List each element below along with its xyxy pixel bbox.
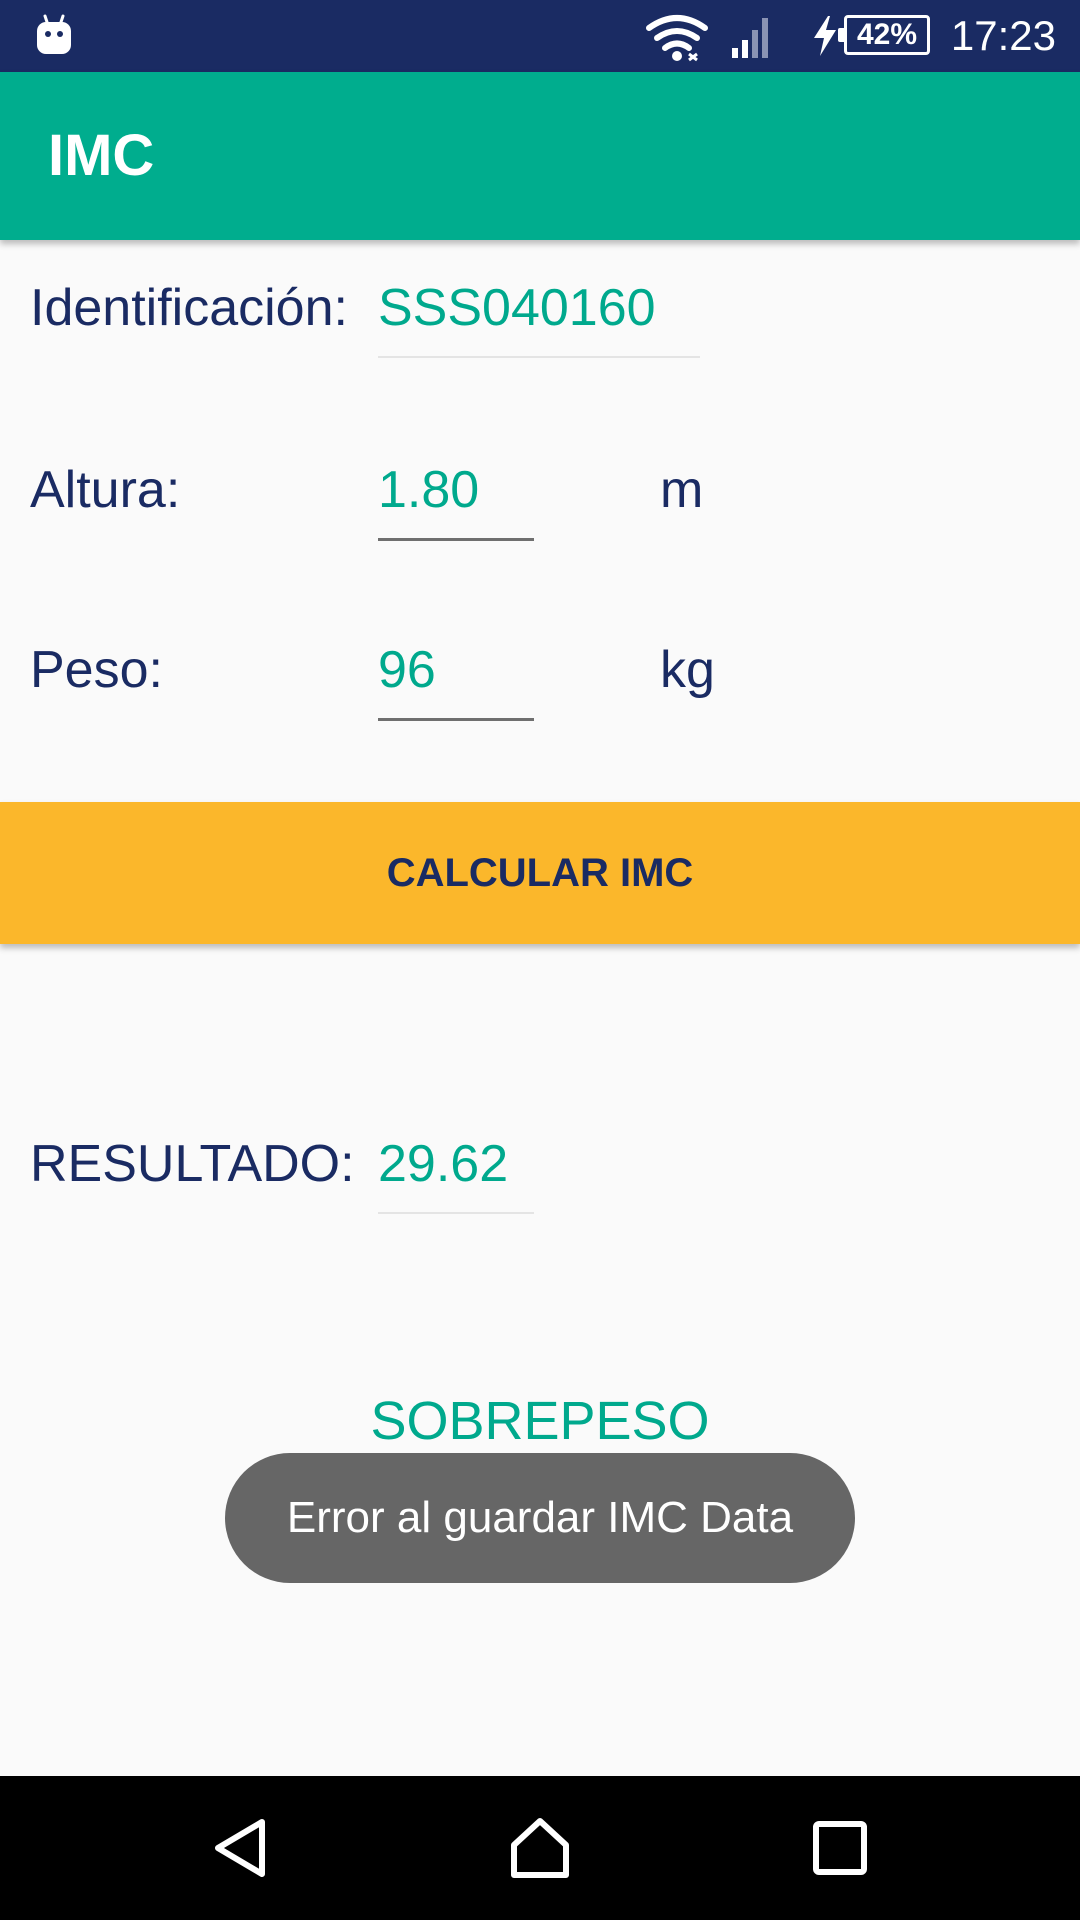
home-icon xyxy=(511,1818,569,1878)
result-category: SOBREPESO xyxy=(370,1391,710,1451)
result-label: RESULTADO: xyxy=(30,1135,355,1193)
home-button[interactable] xyxy=(450,1776,630,1920)
navigation-bar xyxy=(0,1776,1080,1920)
signal-icon xyxy=(732,18,768,58)
weight-input[interactable]: 96 xyxy=(378,640,534,721)
battery-level: 42% xyxy=(856,18,918,51)
identification-field[interactable]: SSS040160 xyxy=(378,278,700,358)
toast-message: Error al guardar IMC Data xyxy=(225,1453,855,1583)
status-bar: 42% 17:23 xyxy=(0,0,1080,72)
recents-button[interactable] xyxy=(750,1776,930,1920)
height-unit: m xyxy=(660,461,704,519)
wifi-icon xyxy=(646,15,708,62)
battery-icon: 42% xyxy=(838,15,930,55)
recents-icon xyxy=(813,1821,867,1875)
back-button[interactable] xyxy=(150,1776,330,1920)
back-icon xyxy=(215,1819,265,1877)
weight-label: Peso: xyxy=(30,641,163,699)
app-title: IMC xyxy=(48,123,155,188)
charging-icon xyxy=(814,16,836,56)
clock: 17:23 xyxy=(950,12,1056,59)
result-value: 29.62 xyxy=(378,1134,534,1214)
weight-unit: kg xyxy=(660,641,715,699)
height-label: Altura: xyxy=(30,461,181,519)
height-input[interactable]: 1.80 xyxy=(378,460,534,541)
android-icon xyxy=(37,14,71,54)
app-bar: IMC xyxy=(0,72,1080,240)
identification-label: Identificación: xyxy=(30,279,348,337)
calculate-imc-button[interactable]: CALCULAR IMC xyxy=(0,802,1080,944)
app-screen: 42% 17:23 IMC Identificación: SSS040160 … xyxy=(0,0,1080,1920)
